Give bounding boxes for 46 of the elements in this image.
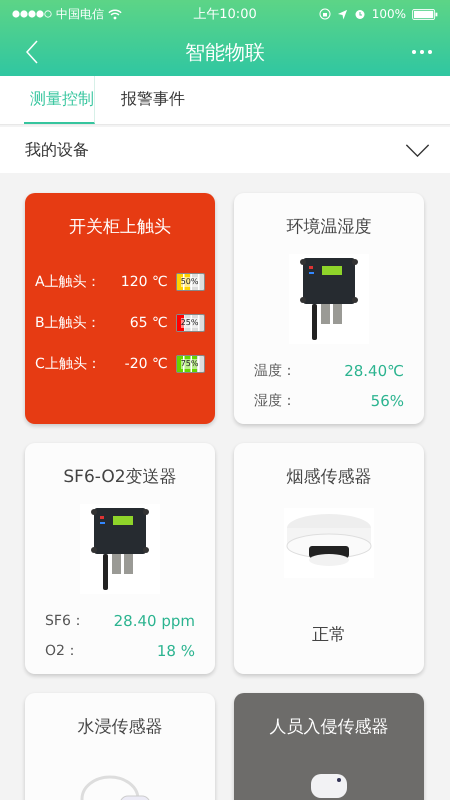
- location-arrow-icon: [336, 8, 348, 20]
- wifi-icon: [108, 8, 122, 20]
- reading-value: 28.40 ppm: [114, 612, 195, 630]
- reading-label: O2：: [45, 642, 79, 660]
- reading-value: -20 ℃: [124, 356, 168, 372]
- chevron-down-icon: [405, 144, 430, 156]
- card-title: 开关柜上触头: [69, 216, 171, 238]
- reading-value: 28.40℃: [344, 362, 404, 380]
- more-icon: [412, 50, 432, 54]
- back-icon: [26, 40, 38, 64]
- dropdown-label: 我的设备: [25, 140, 89, 160]
- device-card[interactable]: 水浸传感器: [25, 693, 215, 800]
- card-title: 人员入侵传感器: [270, 716, 388, 738]
- device-dropdown[interactable]: 我的设备: [0, 127, 450, 173]
- tab[interactable]: 报警事件: [113, 76, 209, 124]
- device-card[interactable]: 人员入侵传感器: [234, 693, 424, 800]
- device-card[interactable]: 环境温湿度 温度： 28.40℃ 湿度： 56%: [234, 193, 424, 424]
- reading-value: 18 %: [156, 642, 195, 660]
- page-title: 智能物联: [185, 38, 265, 66]
- reading-value: 120 ℃: [120, 274, 168, 290]
- reading-value: 56%: [370, 392, 404, 410]
- reading-label: 湿度：: [254, 392, 296, 410]
- battery-icon: [412, 8, 438, 20]
- status-text: 正常: [312, 624, 346, 646]
- device-card[interactable]: SF6-O2变送器 SF6： 28.40 ppm O2： 18 %: [25, 443, 215, 674]
- card-title: 水浸传感器: [78, 716, 162, 738]
- battery-percentage: 100%: [372, 7, 406, 21]
- battery-percent: 50%: [180, 277, 198, 287]
- signal-icon: [12, 10, 52, 18]
- card-title: 环境温湿度: [286, 216, 372, 238]
- clock-time: 上午10:00: [193, 6, 257, 23]
- device-card[interactable]: 烟感传感器 正常: [234, 443, 424, 674]
- carrier-name: 中国电信: [56, 6, 104, 22]
- reading-label: C上触头：: [35, 355, 102, 373]
- reading-label: B上触头：: [35, 314, 102, 332]
- battery-percent: 25%: [180, 318, 198, 328]
- card-title: 烟感传感器: [286, 466, 372, 488]
- back-button[interactable]: [26, 40, 38, 64]
- more-button[interactable]: [412, 50, 432, 54]
- reading-value: 65 ℃: [128, 315, 168, 331]
- reading-label: 温度：: [254, 362, 296, 380]
- card-title: SF6-O2变送器: [63, 466, 177, 488]
- reading-label: SF6：: [45, 612, 85, 630]
- reading-label: A上触头：: [35, 273, 102, 291]
- alarm-clock-icon: [354, 8, 366, 20]
- lock-rotation-icon: [318, 8, 331, 20]
